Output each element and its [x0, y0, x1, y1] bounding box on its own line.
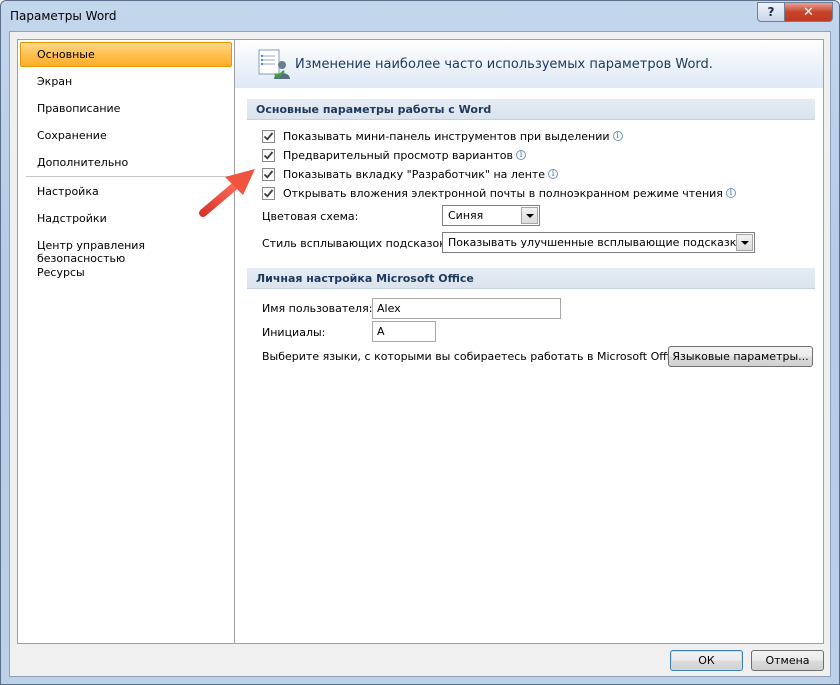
tooltip-style-select[interactable]: Показывать улучшенные всплывающие подска…: [442, 232, 755, 253]
tooltip-style-value: Показывать улучшенные всплывающие подска…: [448, 236, 744, 249]
checkbox-row-live-preview[interactable]: Предварительный просмотр вариантов i: [262, 147, 526, 163]
nav-item-save[interactable]: Сохранение: [20, 123, 232, 148]
chevron-down-icon[interactable]: [521, 207, 538, 224]
color-scheme-value: Синяя: [448, 209, 484, 222]
checkmark-icon: [263, 150, 274, 160]
dialog-client-area: Основные Экран Правописание Сохранение Д…: [9, 31, 831, 677]
nav-item-proofing[interactable]: Правописание: [20, 96, 232, 121]
info-icon: i: [515, 150, 526, 160]
initials-label: Инициалы:: [262, 326, 326, 339]
checkbox-label: Предварительный просмотр вариантов: [283, 148, 513, 162]
languages-prompt: Выберите языки, с которыми вы собираетес…: [262, 350, 687, 363]
title-bar[interactable]: Параметры Word ? ✕: [1, 1, 839, 31]
nav-item-main[interactable]: Основные: [20, 42, 232, 67]
close-button[interactable]: ✕: [784, 2, 833, 22]
username-label: Имя пользователя:: [262, 302, 373, 315]
checkbox-live-preview[interactable]: [262, 148, 275, 162]
window-title: Параметры Word: [10, 9, 117, 23]
ok-button[interactable]: ОК: [670, 650, 743, 671]
page-header: Изменение наиболее часто используемых па…: [235, 40, 823, 88]
checkbox-mini-toolbar[interactable]: [262, 129, 275, 143]
nav-item-trust-center[interactable]: Центр управления безопасностью: [20, 233, 232, 265]
language-settings-button[interactable]: Языковые параметры...: [668, 346, 813, 367]
help-button[interactable]: ?: [757, 2, 785, 22]
checkbox-label: Показывать мини-панель инструментов при …: [283, 129, 610, 143]
section-header-personalize: Личная настройка Microsoft Office: [247, 268, 815, 289]
info-icon: i: [725, 188, 736, 198]
options-settings-icon: [258, 49, 290, 79]
nav-item-resources[interactable]: Ресурсы: [20, 260, 232, 285]
checkbox-label: Открывать вложения электронной почты в п…: [283, 186, 723, 200]
chevron-down-icon[interactable]: [736, 234, 753, 251]
color-scheme-select[interactable]: Синяя: [442, 205, 540, 226]
checkbox-label: Показывать вкладку "Разработчик" на лент…: [283, 167, 546, 181]
username-input[interactable]: Alex: [372, 298, 561, 319]
color-scheme-label: Цветовая схема:: [262, 210, 359, 223]
initials-input[interactable]: A: [372, 321, 436, 342]
nav-item-display[interactable]: Экран: [20, 69, 232, 94]
section-header-word-options: Основные параметры работы с Word: [247, 99, 815, 120]
category-nav: Основные Экран Правописание Сохранение Д…: [17, 39, 235, 644]
checkbox-row-full-screen-reading[interactable]: Открывать вложения электронной почты в п…: [262, 185, 736, 201]
annotation-arrow-icon: [199, 169, 255, 217]
tooltip-style-label: Стиль всплывающих подсказок:: [262, 237, 450, 250]
cancel-button[interactable]: Отмена: [751, 650, 824, 671]
options-content-panel: Изменение наиболее часто используемых па…: [234, 39, 824, 644]
checkbox-row-developer-tab[interactable]: Показывать вкладку "Разработчик" на лент…: [262, 166, 559, 182]
checkmark-icon: [263, 131, 274, 141]
page-description: Изменение наиболее часто используемых па…: [295, 57, 713, 72]
info-icon: i: [612, 131, 623, 141]
options-dialog: Параметры Word ? ✕ Основные Экран Правоп…: [0, 0, 840, 685]
info-icon: i: [548, 169, 559, 179]
checkbox-row-mini-toolbar[interactable]: Показывать мини-панель инструментов при …: [262, 128, 623, 144]
